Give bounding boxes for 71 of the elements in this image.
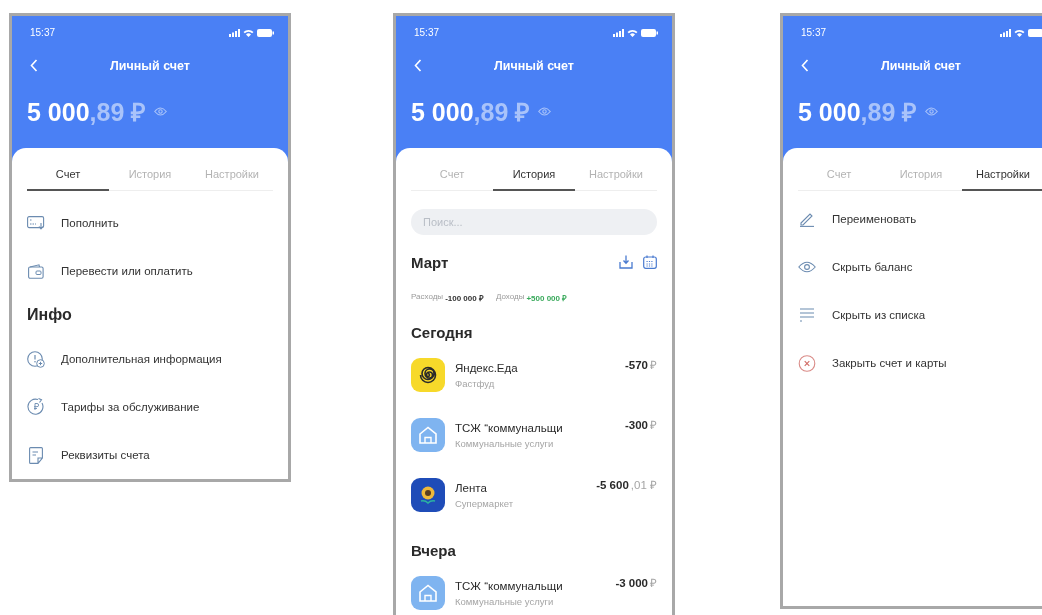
info-icon [27,350,45,368]
menu-item[interactable]: Закрыть счет и карты [832,357,947,369]
section-heading: Инфо [27,305,73,325]
transaction-name: ТСЖ “коммунальщи [455,421,564,434]
spiral-logo-icon [411,358,445,392]
house-logo-icon [411,418,445,452]
transaction-name: Яндекс.Еда [455,361,519,374]
download-icon[interactable] [619,255,633,269]
summary-label: Расходы [411,291,444,303]
tab[interactable]: История [493,160,575,191]
list-icon [798,308,816,322]
tab[interactable]: Счет [27,160,109,191]
menu-item[interactable]: Пополнить [61,217,119,229]
wifi-icon [627,28,638,37]
wifi-icon [243,28,254,37]
wifi-icon [1014,28,1025,37]
screen-title: Личный счет [494,59,574,73]
back-icon[interactable] [30,59,38,72]
calendar-icon[interactable] [643,255,657,269]
card-download-icon [27,216,45,230]
close-circle-icon [798,354,816,372]
transaction-category: Коммунальные услуги [455,595,555,607]
status-time: 15:37 [30,27,56,38]
eye-icon [798,261,816,273]
battery-icon [641,28,658,37]
signal-icon [1000,28,1011,37]
menu-item[interactable]: Дополнительная информация [61,353,222,365]
flower-logo-icon [411,478,445,512]
menu-item[interactable]: Тарифы за обслуживание [61,401,200,413]
menu-item[interactable]: Скрыть баланс [832,261,913,273]
status-time: 15:37 [414,27,440,38]
screen-title: Личный счет [110,59,190,73]
transaction-category: Коммунальные услуги [455,437,555,449]
balance-amount: 5 000,89 ₽ [411,97,531,128]
summary-label: Доходы [495,291,525,303]
transaction-amount: -5 600 ,01 ₽ [596,478,657,492]
eye-icon[interactable] [154,106,168,116]
screen-title: Личный счет [881,59,961,73]
eye-icon[interactable] [925,106,939,116]
signal-icon [613,28,624,37]
transaction-amount: -3 000 ₽ [615,576,657,590]
back-icon[interactable] [801,59,809,72]
battery-icon [257,28,274,37]
menu-item[interactable]: Реквизиты счета [61,449,150,461]
summary-value: -100 000 ₽ [445,292,484,303]
month-heading: Март [411,253,449,271]
transaction-amount: -300 ₽ [624,418,657,432]
transaction-category: Фастфуд [455,377,496,389]
pencil-icon [798,211,816,227]
tab[interactable]: Настройки [962,160,1042,191]
menu-item[interactable]: Переименовать [832,213,917,225]
wallet-icon [27,263,45,279]
document-icon [27,446,45,464]
circular-arrow-icon [27,398,45,416]
transaction-name: Лента [455,481,488,494]
back-icon[interactable] [414,59,422,72]
eye-icon[interactable] [538,106,552,116]
day-heading: Сегодня [411,323,474,343]
transaction-name: ТСЖ “коммунальщи [455,579,564,592]
day-heading: Вчера [411,541,457,561]
transaction-amount: -570 ₽ [624,358,657,372]
battery-icon [1028,28,1042,37]
menu-item[interactable]: Скрыть из списка [832,309,926,321]
status-time: 15:37 [801,27,827,38]
summary-value: +500 000 ₽ [526,292,568,303]
menu-item[interactable]: Перевести или оплатить [61,265,193,277]
transaction-category: Супермаркет [455,497,514,509]
balance-amount: 5 000,89 ₽ [27,97,147,128]
balance-amount: 5 000,89 ₽ [798,97,918,128]
house-logo-icon [411,576,445,610]
signal-icon [229,28,240,37]
